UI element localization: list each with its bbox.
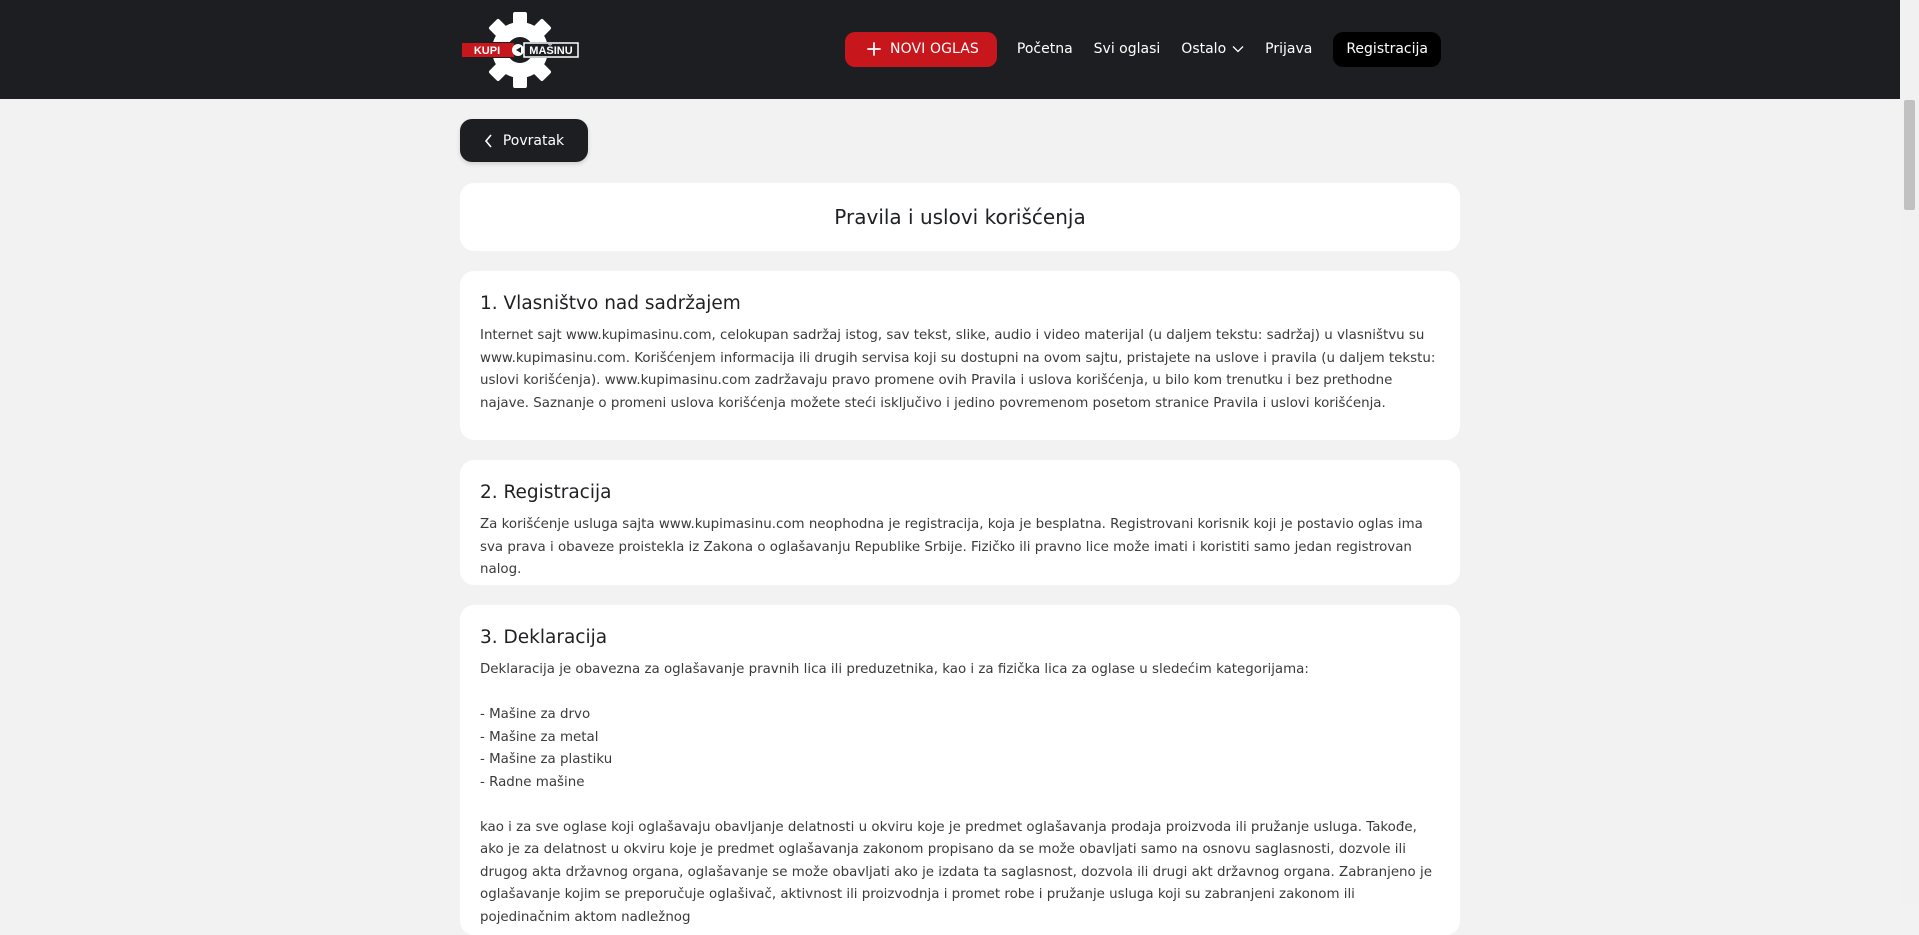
- section-body: kao i za sve oglase koji oglašavaju obav…: [480, 819, 1432, 925]
- top-navigation-bar: KUPI MAŠINU NOVI OGLAS Početna Svi oglas…: [0, 0, 1900, 99]
- register-button[interactable]: Registracija: [1333, 31, 1441, 67]
- list-item: - Mašine za plastiku: [480, 752, 613, 767]
- nav-home[interactable]: Početna: [1017, 41, 1073, 57]
- logo-text-left: KUPI: [474, 45, 500, 57]
- section-body: Internet sajt www.kupimasinu.com, celoku…: [480, 328, 1436, 411]
- new-listing-label: NOVI OGLAS: [890, 41, 979, 57]
- chevron-left-icon: [484, 133, 492, 148]
- section-heading: 1. Vlasništvo nad sadržajem: [480, 293, 741, 314]
- plus-icon: [867, 42, 881, 56]
- logo-text-right: MAŠINU: [529, 44, 572, 57]
- chevron-down-icon: [1232, 46, 1244, 53]
- page-title: Pravila i uslovi korišćenja: [834, 205, 1086, 229]
- site-logo[interactable]: KUPI MAŠINU: [460, 12, 580, 88]
- page-title-card: Pravila i uslovi korišćenja: [460, 183, 1460, 251]
- nav-all-listings[interactable]: Svi oglasi: [1094, 41, 1161, 57]
- section-heading: 2. Registracija: [480, 482, 612, 503]
- back-button[interactable]: Povratak: [460, 119, 588, 162]
- section-card-ownership: 1. Vlasništvo nad sadržajem Internet saj…: [460, 271, 1460, 440]
- list-item: - Mašine za metal: [480, 729, 599, 745]
- section-intro: Deklaracija je obavezna za oglašavanje p…: [480, 662, 1309, 677]
- section-heading: 3. Deklaracija: [480, 627, 608, 648]
- back-label: Povratak: [502, 132, 565, 149]
- nav-other-dropdown[interactable]: Ostalo: [1181, 41, 1244, 57]
- section-body: Za korišćenje usluga sajta www.kupimasin…: [480, 517, 1423, 577]
- scrollbar-thumb[interactable]: [1904, 100, 1915, 210]
- new-listing-button[interactable]: NOVI OGLAS: [845, 31, 997, 67]
- main-nav: NOVI OGLAS Početna Svi oglasi Ostalo Pri…: [845, 31, 1441, 67]
- section-card-registration: 2. Registracija Za korišćenje usluga saj…: [460, 460, 1460, 585]
- nav-other-label: Ostalo: [1181, 41, 1227, 57]
- section-card-declaration: 3. Deklaracija Deklaracija je obavezna z…: [460, 605, 1460, 935]
- scrollbar[interactable]: [1900, 0, 1919, 903]
- nav-login[interactable]: Prijava: [1265, 41, 1312, 57]
- register-label: Registracija: [1346, 41, 1428, 57]
- category-list: - Mašine za drvo - Mašine za metal - Maš…: [480, 704, 1440, 794]
- list-item: - Radne mašine: [480, 774, 585, 790]
- list-item: - Mašine za drvo: [480, 707, 591, 722]
- gear-icon: KUPI MAŠINU: [460, 12, 580, 88]
